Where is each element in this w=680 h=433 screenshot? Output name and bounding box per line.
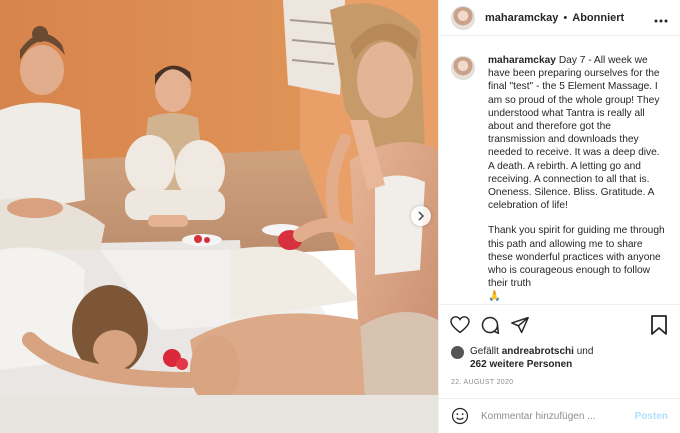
likes-others-link[interactable]: 262 weitere Personen [470, 359, 572, 370]
liker-username[interactable]: andreabrotschi [502, 346, 574, 357]
bookmark-icon[interactable] [648, 314, 670, 336]
post-actions [439, 304, 680, 345]
chevron-right-icon [418, 211, 425, 221]
likes-prefix: Gefällt [470, 346, 499, 357]
caption-author-avatar[interactable] [451, 56, 475, 80]
author-username[interactable]: maharamckay [485, 12, 558, 24]
caption-text-1: Day 7 - All week we have been preparing … [488, 55, 660, 212]
post-header: maharamckay • Abonniert [439, 0, 680, 36]
more-options-icon[interactable] [654, 10, 668, 26]
smiley-icon[interactable] [451, 407, 469, 425]
comment-icon[interactable] [479, 314, 501, 336]
post-photo-image [0, 0, 438, 433]
author-avatar[interactable] [451, 5, 475, 30]
caption-username[interactable]: maharamckay [488, 55, 556, 66]
likes-summary: Gefällt andreabrotschi und 262 weitere P… [439, 345, 680, 371]
post-caption: maharamckay Day 7 - All week we have bee… [488, 54, 668, 304]
header-separator: • [563, 11, 568, 24]
liker-avatar[interactable] [451, 346, 464, 359]
instagram-post: maharamckay • Abonniert maharamckay Day … [0, 0, 680, 433]
praying-hands-emoji: 🙏 [488, 291, 501, 303]
likes-connector: und [576, 346, 594, 357]
post-photo[interactable] [0, 0, 438, 433]
caption-text-2: Thank you spirit for guiding me through … [488, 225, 665, 290]
heart-icon[interactable] [449, 314, 471, 336]
post-comment-button[interactable]: Posten [635, 411, 668, 422]
next-photo-button[interactable] [411, 206, 431, 226]
share-icon[interactable] [509, 314, 531, 336]
post-date[interactable]: 22. AUGUST 2020 [439, 371, 680, 386]
follow-status-button[interactable]: Abonniert [572, 12, 624, 24]
post-sidebar: maharamckay • Abonniert maharamckay Day … [438, 0, 680, 433]
comment-input[interactable] [479, 409, 635, 423]
comment-bar: Posten [439, 398, 680, 433]
caption-area: maharamckay Day 7 - All week we have bee… [439, 36, 680, 304]
